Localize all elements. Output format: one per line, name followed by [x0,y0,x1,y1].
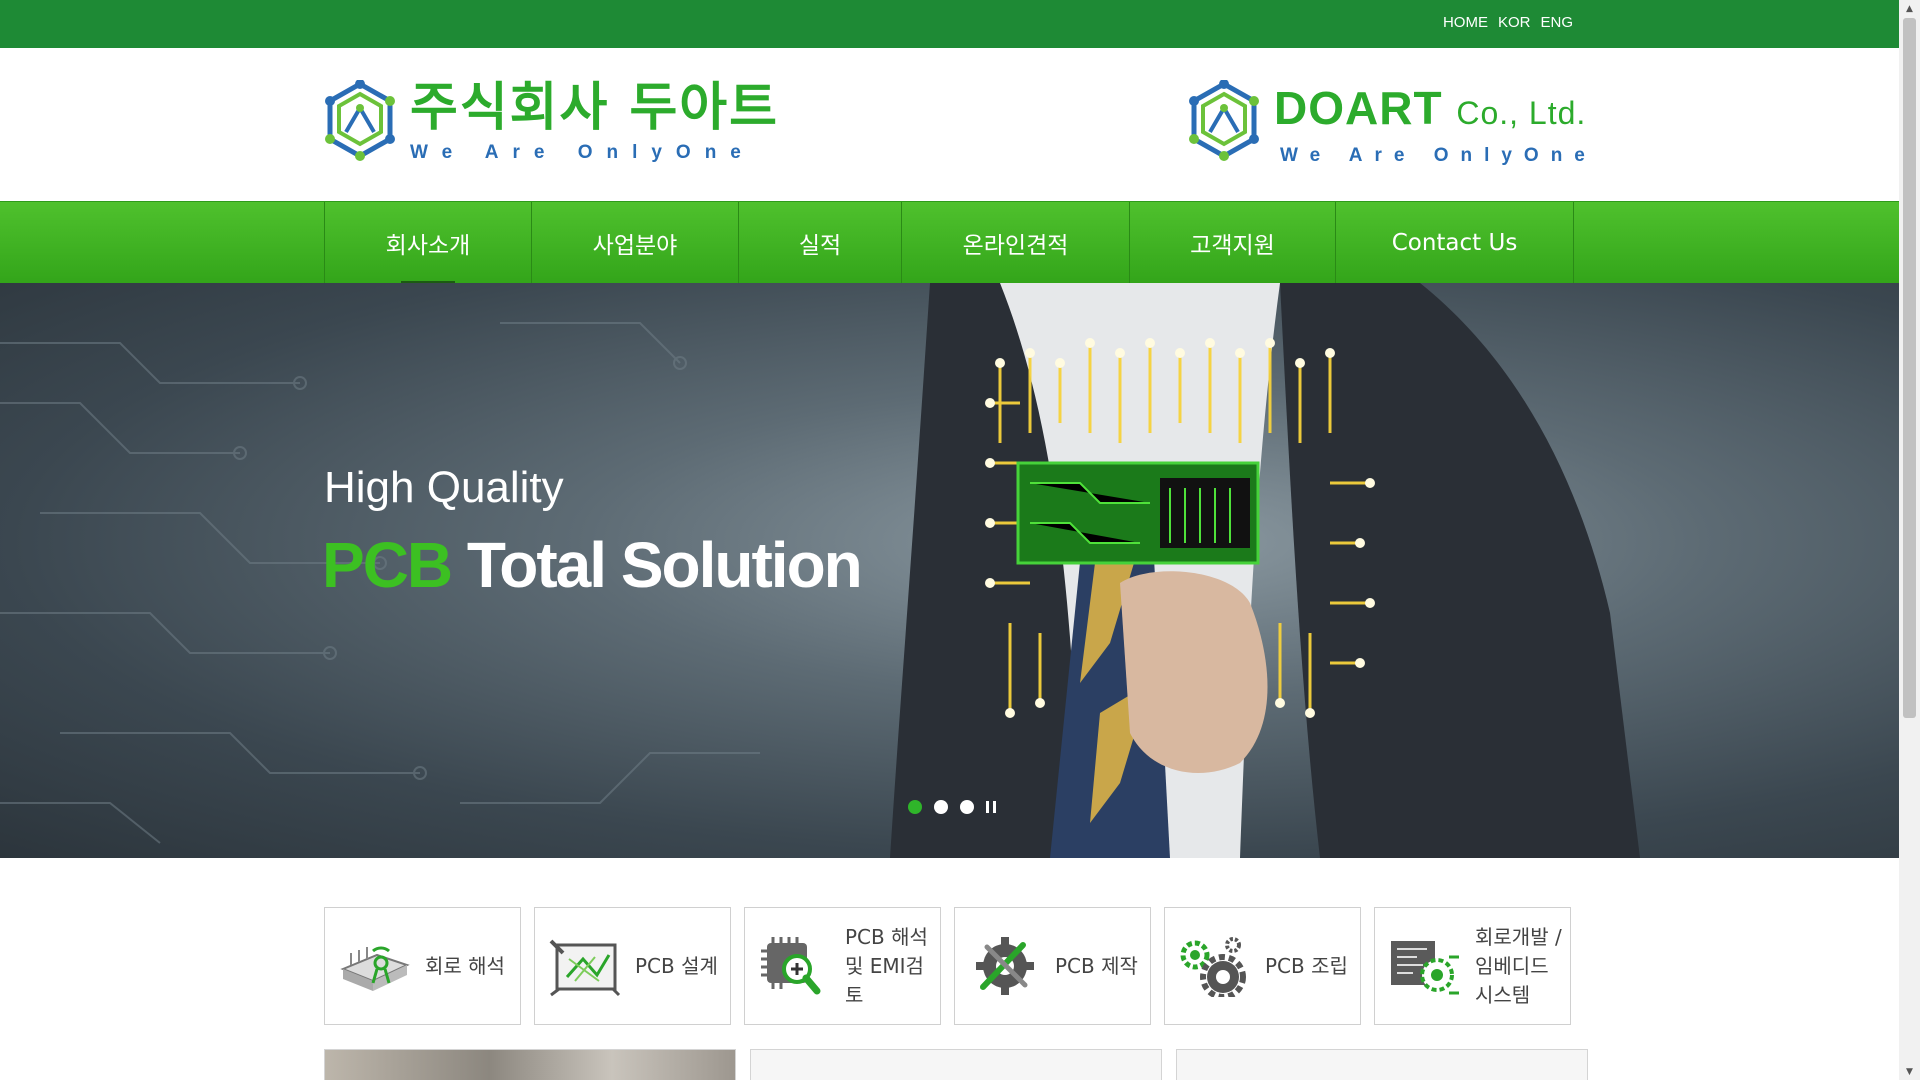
logo-english[interactable]: DOART Co., Ltd. We Are OnlyOne [1188,80,1597,167]
company-name-korean: 주식회사 두아트 [410,78,779,138]
embedded-system-icon [1391,941,1459,995]
hero-title-rest: Total Solution [451,529,863,601]
scrollbar-thumb[interactable] [1903,18,1916,718]
hero-slider: High Quality PCB Total Solution [0,283,1899,858]
slide-dot-2[interactable] [934,800,948,814]
top-utility-bar: HOME KOR ENG [0,0,1899,48]
service-pcb-analysis-emi[interactable]: PCB 해석 및 EMI검토 [744,907,941,1025]
scroll-down-arrow-icon[interactable]: ▼ [1899,1063,1920,1080]
nav-item-performance[interactable]: 실적 [739,202,902,284]
gears-icon [1180,937,1246,997]
service-embedded-system[interactable]: 회로개발 / 임베디드 시스템 [1374,907,1571,1025]
site-header: 주식회사 두아트 We Are OnlyOne DOART Co., Ltd. … [0,48,1899,201]
services-row: 회로 해석 PCB 설계 PCB 해석 및 EMI검토 PCB 제작 PCB 조… [324,907,1571,1025]
company-slogan-right: We Are OnlyOne [1280,145,1597,166]
service-label: 회로개발 / 임베디드 시스템 [1475,924,1562,1007]
company-slogan-left: We Are OnlyOne [410,142,755,163]
slider-pagination [908,800,996,814]
logo-korean[interactable]: 주식회사 두아트 We Are OnlyOne [324,80,779,164]
hero-background-image [0,283,1640,858]
nav-item-contact[interactable]: Contact Us [1336,202,1574,284]
content-cards [324,1049,1588,1080]
content-card-image[interactable] [324,1049,736,1080]
pcb-manufacture-icon [976,937,1034,995]
pcb-analysis-icon [761,937,821,995]
logo-korean-text: 주식회사 두아트 We Are OnlyOne [410,80,779,164]
main-navigation: 회사소개 사업분야 실적 온라인견적 고객지원 Contact Us [0,201,1899,284]
company-name-english: DOART Co., Ltd. [1274,80,1597,141]
service-label: PCB 제작 [1055,953,1138,978]
service-pcb-design[interactable]: PCB 설계 [534,907,731,1025]
company-name-doart: DOART [1274,82,1443,134]
slide-dot-3[interactable] [960,800,974,814]
logo-english-text: DOART Co., Ltd. We Are OnlyOne [1274,80,1597,167]
content-card[interactable] [750,1049,1162,1080]
service-pcb-manufacture[interactable]: PCB 제작 [954,907,1151,1025]
service-label: 회로 해석 [425,953,505,978]
nav-item-online-quote[interactable]: 온라인견적 [902,202,1130,284]
pause-icon[interactable] [986,801,996,813]
circuit-analysis-icon [340,946,410,991]
home-link[interactable]: HOME [1443,14,1488,31]
scroll-up-arrow-icon[interactable]: ▲ [1899,0,1920,17]
vertical-scrollbar[interactable]: ▲ ▼ [1899,0,1920,1080]
top-links: HOME KOR ENG [1443,14,1573,31]
pcb-design-icon [549,939,621,997]
content-card[interactable] [1176,1049,1588,1080]
page-viewport: HOME KOR ENG 주식회사 두아트 We Are OnlyOne DOA… [0,0,1899,1080]
hero-title-accent: PCB [322,529,453,601]
hexagon-logo-icon [325,80,395,161]
service-label: PCB 설계 [635,953,718,978]
hexagon-logo-icon [1189,80,1259,161]
service-circuit-analysis[interactable]: 회로 해석 [324,907,521,1025]
hero-title: PCB Total Solution [322,528,863,602]
hero-headline: High Quality [324,463,564,512]
nav-item-company[interactable]: 회사소개 [325,202,532,284]
company-suffix: Co., Ltd. [1456,95,1587,131]
nav-item-business[interactable]: 사업분야 [532,202,739,284]
eng-link[interactable]: ENG [1540,14,1573,31]
nav-menu: 회사소개 사업분야 실적 온라인견적 고객지원 Contact Us [324,202,1574,284]
nav-item-support[interactable]: 고객지원 [1130,202,1336,284]
service-label: PCB 해석 및 EMI검토 [845,924,928,1007]
kor-link[interactable]: KOR [1498,14,1531,31]
service-label: PCB 조립 [1265,953,1348,978]
slide-dot-1[interactable] [908,800,922,814]
service-pcb-assembly[interactable]: PCB 조립 [1164,907,1361,1025]
